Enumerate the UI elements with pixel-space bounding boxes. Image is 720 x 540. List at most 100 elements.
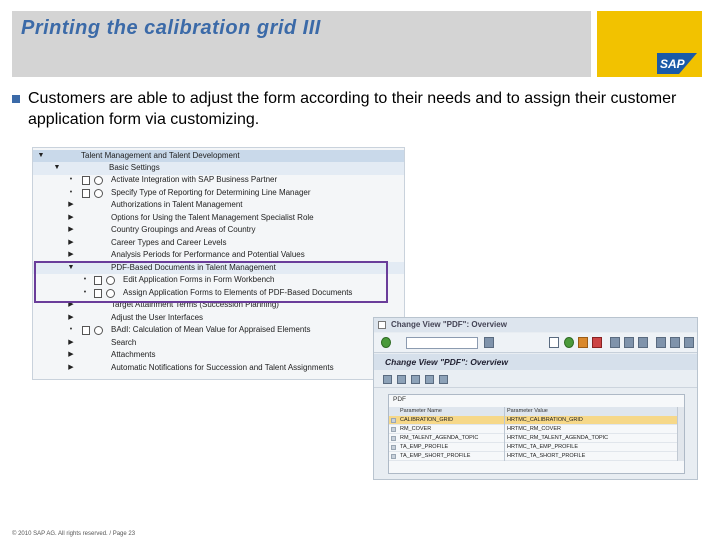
layout-menu-icon[interactable] (684, 337, 694, 348)
row-selector[interactable] (391, 418, 396, 423)
tree-item[interactable]: ▶ Analysis Periods for Performance and P… (33, 249, 404, 262)
collapse-arrow-icon[interactable]: ▶ (67, 362, 75, 375)
bullet-marker (12, 95, 20, 103)
tree-item[interactable]: ▶ Adjust the User Interfaces (33, 312, 404, 325)
highlight-frame (34, 261, 388, 303)
bullet-dot-icon: • (69, 326, 73, 333)
table-row[interactable]: TA_EMP_PROFILE HRTMC_TA_EMP_PROFILE (389, 443, 684, 452)
application-toolbar (374, 370, 697, 388)
tree-node-talent-management[interactable]: ▼ Talent Management and Talent Developme… (33, 150, 404, 163)
clock-icon[interactable] (94, 326, 103, 335)
cell-parameter-value[interactable]: HRTMC_CALIBRATION_GRID (507, 416, 583, 425)
tree-item-label: Options for Using the Talent Management … (111, 212, 314, 222)
view-title-bar: Change View "PDF": Overview (374, 354, 697, 370)
document-icon[interactable] (82, 326, 90, 335)
collapse-arrow-icon[interactable]: ▶ (67, 237, 75, 250)
expand-arrow-icon[interactable]: ▼ (53, 162, 61, 175)
tree-item-label: Automatic Notifications for Succession a… (111, 362, 334, 372)
footer-copyright: © 2010 SAP AG. All rights reserved. / Pa… (12, 531, 136, 537)
cell-parameter-value[interactable]: HRTMC_TA_SHORT_PROFILE (507, 452, 585, 461)
column-header-parameter-value[interactable]: Parameter Value (507, 407, 548, 416)
table-row[interactable]: TA_EMP_SHORT_PROFILE HRTMC_TA_SHORT_PROF… (389, 452, 684, 461)
save-icon[interactable] (549, 337, 559, 348)
command-field[interactable] (406, 337, 478, 349)
pdf-table-control: PDF Parameter Name Parameter Value CALIB… (388, 394, 685, 474)
cell-parameter-value[interactable]: HRTMC_RM_COVER (507, 425, 561, 434)
display-change-icon[interactable] (383, 375, 392, 384)
sap-logo: SAP (657, 53, 697, 74)
find-next-icon[interactable] (638, 337, 648, 348)
select-all-icon[interactable] (439, 375, 448, 384)
new-entries-icon[interactable] (397, 375, 406, 384)
window-title: Change View "PDF": Overview (391, 320, 507, 329)
cell-parameter-value[interactable]: HRTMC_TA_EMP_PROFILE (507, 443, 578, 452)
view-title: Change View "PDF": Overview (385, 357, 509, 367)
bullet-text: Customers are able to adjust the form ac… (28, 90, 677, 128)
sap-change-view-window: Change View "PDF": Overview Change View … (373, 317, 698, 480)
tree-item-label: BAdI: Calculation of Mean Value for Appr… (111, 325, 311, 334)
expand-arrow-icon[interactable]: ▼ (37, 150, 45, 163)
back-arrow-icon[interactable] (564, 337, 574, 348)
cell-parameter-name[interactable]: TA_EMP_SHORT_PROFILE (400, 452, 470, 461)
print-icon[interactable] (610, 337, 620, 348)
enter-icon[interactable] (381, 337, 391, 348)
find-icon[interactable] (624, 337, 634, 348)
cell-parameter-name[interactable]: TA_EMP_PROFILE (400, 443, 448, 452)
bullet-dot-icon: • (69, 176, 73, 183)
tree-item-label: Attachments (111, 350, 156, 359)
row-selector[interactable] (391, 445, 396, 450)
tree-item-label: Career Types and Career Levels (111, 237, 227, 247)
collapse-arrow-icon[interactable]: ▶ (67, 349, 75, 362)
table-section-label: PDF (393, 396, 406, 403)
document-icon[interactable] (82, 176, 90, 185)
tree-item[interactable]: • Activate Integration with SAP Business… (33, 174, 404, 187)
collapse-arrow-icon[interactable]: ▶ (67, 249, 75, 262)
tree-item[interactable]: ▶ Career Types and Career Levels (33, 237, 404, 250)
table-row[interactable]: CALIBRATION_GRID HRTMC_CALIBRATION_GRID (389, 416, 684, 425)
column-header-parameter-name[interactable]: Parameter Name (400, 407, 442, 416)
help-icon[interactable] (670, 337, 680, 348)
tree-item[interactable]: ▶ Automatic Notifications for Succession… (33, 362, 404, 375)
tree-item[interactable]: • Specify Type of Reporting for Determin… (33, 187, 404, 200)
tree-item-label: Activate Integration with SAP Business P… (111, 175, 278, 184)
tree-item[interactable]: ▶ Attachments (33, 349, 404, 362)
cancel-icon[interactable] (592, 337, 602, 348)
row-selector[interactable] (391, 454, 396, 459)
table-row[interactable]: RM_TALENT_AGENDA_TOPIC HRTMC_RM_TALENT_A… (389, 434, 684, 443)
back-icon[interactable] (484, 337, 494, 348)
collapse-arrow-icon[interactable]: ▶ (67, 212, 75, 225)
tree-node-label: Basic Settings (109, 163, 160, 172)
delete-icon[interactable] (425, 375, 434, 384)
exit-icon[interactable] (578, 337, 588, 348)
tree-item[interactable]: ▶ Options for Using the Talent Managemen… (33, 212, 404, 225)
table-row[interactable]: RM_COVER HRTMC_RM_COVER (389, 425, 684, 434)
cell-parameter-name[interactable]: RM_TALENT_AGENDA_TOPIC (400, 434, 478, 443)
document-icon[interactable] (82, 188, 90, 198)
row-selector[interactable] (391, 427, 396, 432)
tree-item[interactable]: ▶ Search (33, 337, 404, 350)
tree-item[interactable]: ▶ Country Groupings and Areas of Country (33, 224, 404, 237)
tree-item-label: Analysis Periods for Performance and Pot… (111, 250, 305, 259)
cell-parameter-name[interactable]: RM_COVER (400, 425, 431, 434)
table-scrollbar[interactable] (677, 407, 684, 461)
window-menu-icon[interactable] (378, 321, 386, 329)
slide-title: Printing the calibration grid III (21, 17, 321, 39)
tree-item[interactable]: • BAdI: Calculation of Mean Value for Ap… (33, 324, 404, 337)
cell-parameter-name[interactable]: CALIBRATION_GRID (400, 416, 453, 425)
table-header: Parameter Name Parameter Value (389, 407, 684, 416)
collapse-arrow-icon[interactable]: ▶ (67, 337, 75, 350)
tree-item-label: Authorizations in Talent Management (111, 200, 243, 209)
tree-node-basic-settings[interactable]: ▼ Basic Settings (33, 162, 404, 175)
create-session-icon[interactable] (656, 337, 666, 348)
clock-icon[interactable] (94, 176, 103, 185)
copy-icon[interactable] (411, 375, 420, 384)
collapse-arrow-icon[interactable]: ▶ (67, 312, 75, 325)
collapse-arrow-icon[interactable]: ▶ (67, 199, 75, 212)
collapse-arrow-icon[interactable]: ▶ (67, 224, 75, 237)
tree-item-label: Specify Type of Reporting for Determinin… (111, 187, 311, 197)
row-selector[interactable] (391, 436, 396, 441)
tree-item[interactable]: ▶ Authorizations in Talent Management (33, 199, 404, 212)
window-title-bar: Change View "PDF": Overview (374, 318, 697, 332)
clock-icon[interactable] (94, 188, 103, 198)
cell-parameter-value[interactable]: HRTMC_RM_TALENT_AGENDA_TOPIC (507, 434, 608, 443)
